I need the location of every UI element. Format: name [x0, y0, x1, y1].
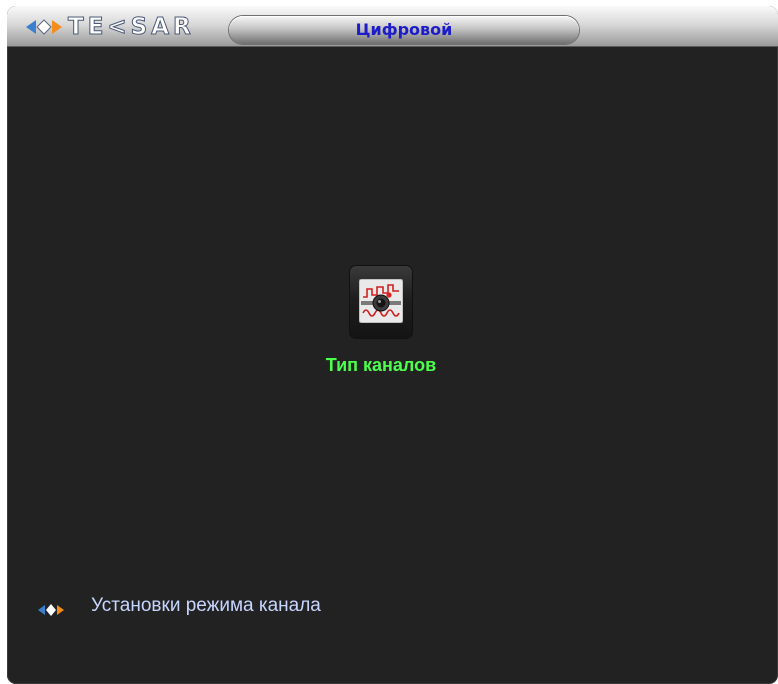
channel-type-label[interactable]: Тип каналов: [281, 355, 481, 376]
logo-diamond-icon: [26, 19, 62, 35]
dvr-menu-window: TE<SAR Цифровой Тип каналов Установки ре…: [7, 6, 778, 684]
title-bar: TE<SAR Цифровой: [7, 6, 778, 47]
footer-hint: Установки режима канала: [91, 595, 321, 616]
channel-type-icon: [359, 279, 403, 323]
brand-logo: TE<SAR: [24, 14, 195, 41]
brand-name: TE<SAR: [68, 14, 195, 41]
diamond-arrows-icon: [38, 604, 64, 616]
channel-type-button[interactable]: [350, 266, 412, 338]
window-title: Цифровой: [355, 20, 453, 39]
title-pill: Цифровой: [229, 16, 579, 44]
